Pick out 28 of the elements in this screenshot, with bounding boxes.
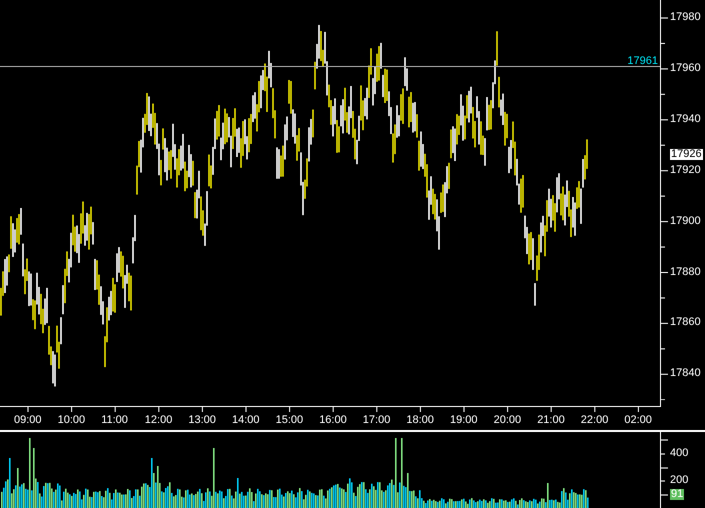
time-axis-label: 09:00 [14,415,42,426]
price-axis-label: 17940 [670,114,701,125]
time-axis-label: 21:00 [537,415,565,426]
reference-price-label: 17961 [627,56,658,68]
time-axis-label: 13:00 [188,415,216,426]
price-axis-label: 17860 [670,317,701,328]
price-axis-label: 17960 [670,62,701,74]
last-price-badge: 17926 [670,149,703,160]
time-axis-label: 02:00 [624,415,652,426]
time-axis-label: 11:00 [101,415,128,426]
volume-axis-label: 200 [670,475,688,486]
price-axis-label: 17900 [670,216,701,227]
time-axis-label: 10:00 [58,415,86,426]
price-axis-label: 17880 [670,266,701,278]
time-axis-label: 12:00 [144,415,172,426]
price-axis-label: 17920 [670,164,701,176]
time-axis-label: 15:00 [276,415,304,426]
time-axis-label: 14:00 [232,415,260,426]
volume-axis-label: 400 [670,448,688,459]
time-axis-label: 20:00 [494,415,522,426]
last-volume-badge: 91 [670,489,684,500]
time-axis-label: 19:00 [450,415,478,426]
price-axis-label: 17840 [670,368,701,380]
time-axis-label: 22:00 [580,415,608,426]
time-axis-label: 16:00 [319,415,347,426]
time-axis-label: 18:00 [406,415,434,426]
time-axis-label: 17:00 [362,415,390,426]
price-axis-label: 17980 [670,12,701,23]
